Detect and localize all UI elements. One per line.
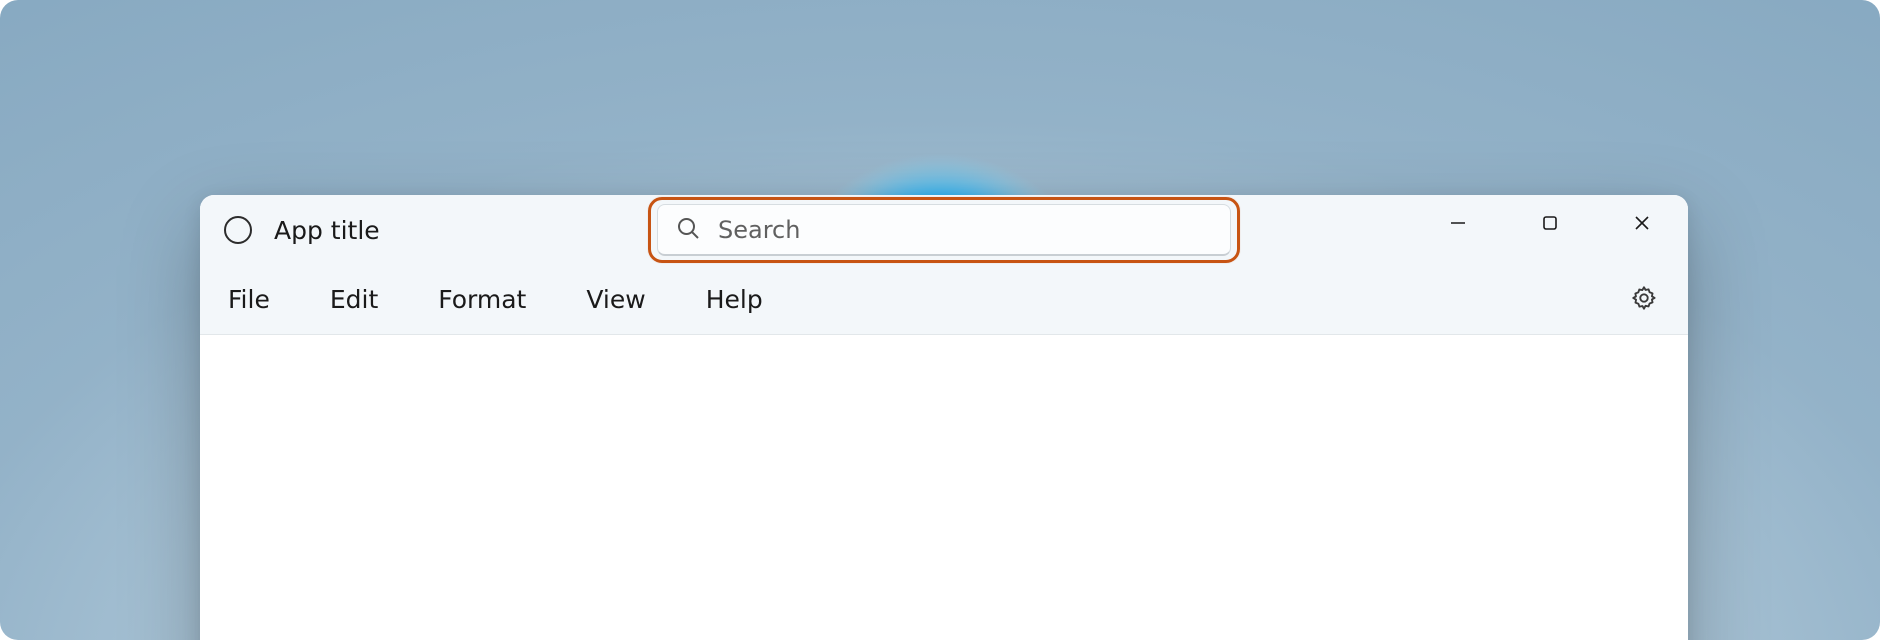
desktop-background: App title	[0, 0, 1880, 640]
minimize-button[interactable]	[1412, 195, 1504, 251]
caption-controls	[1412, 195, 1688, 251]
search-box[interactable]	[657, 204, 1231, 256]
app-icon	[224, 216, 252, 244]
close-button[interactable]	[1596, 195, 1688, 251]
settings-button[interactable]	[1624, 280, 1664, 320]
app-title: App title	[274, 216, 380, 245]
titlebar[interactable]: App title	[200, 195, 1688, 265]
maximize-icon	[1541, 214, 1559, 232]
close-icon	[1632, 213, 1652, 233]
menu-edit[interactable]: Edit	[330, 285, 378, 314]
minimize-icon	[1449, 214, 1467, 232]
app-window: App title	[200, 195, 1688, 640]
menubar: File Edit Format View Help	[200, 265, 1688, 335]
maximize-button[interactable]	[1504, 195, 1596, 251]
search-input[interactable]	[718, 216, 1212, 244]
menu-file[interactable]: File	[228, 285, 270, 314]
search-icon	[676, 216, 700, 244]
menu-view[interactable]: View	[586, 285, 645, 314]
menu-help[interactable]: Help	[706, 285, 763, 314]
gear-icon	[1630, 284, 1658, 316]
menu-format[interactable]: Format	[438, 285, 526, 314]
content-area	[200, 335, 1688, 640]
search-highlight-callout	[648, 197, 1240, 263]
